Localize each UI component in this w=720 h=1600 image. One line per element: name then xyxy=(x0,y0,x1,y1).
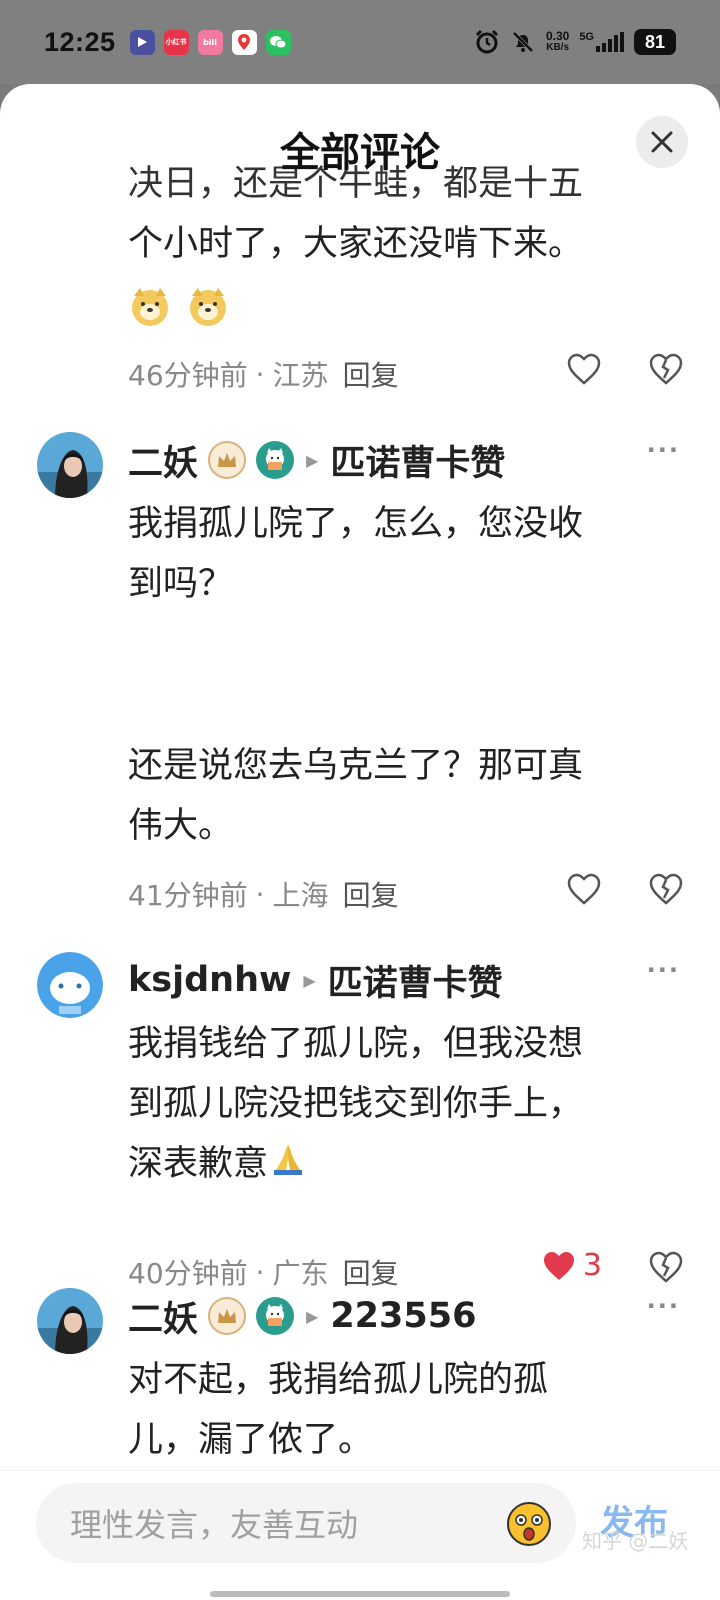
dislike-button[interactable] xyxy=(648,872,684,910)
avatar[interactable] xyxy=(37,432,103,498)
comment-meta: 40分钟前 · 广东 回复 xyxy=(128,1252,399,1292)
comment-body: 对不起，我捐给孤儿院的孤 儿，漏了侬了。 xyxy=(128,1360,549,1460)
avatar[interactable] xyxy=(37,952,103,1018)
heart-icon xyxy=(567,353,601,385)
comment-body: 个小时了，大家还没啃下来。 xyxy=(128,224,584,264)
comment-header: 二妖 ▶ 匹诺曹卡赞 xyxy=(128,434,505,486)
tencent-video-icon xyxy=(129,29,155,55)
comment-location: 江苏 xyxy=(272,359,329,392)
comment-input-placeholder: 理性发言，友善互动 xyxy=(70,1506,359,1544)
reply-to-name[interactable]: 匹诺曹卡赞 xyxy=(328,955,503,1006)
reply-arrow-icon: ▶ xyxy=(306,1306,319,1326)
close-button[interactable] xyxy=(636,116,688,168)
reading-cat-badge-icon xyxy=(256,1297,295,1335)
reply-to-name[interactable]: 223556 xyxy=(330,1296,476,1336)
network-type: 5G xyxy=(579,31,594,43)
meta-separator: · xyxy=(255,877,265,911)
dislike-button[interactable] xyxy=(648,1250,684,1288)
bilibili-icon-label: bili xyxy=(203,37,218,47)
reply-button[interactable]: 回复 xyxy=(343,354,399,394)
close-icon xyxy=(651,131,673,153)
xiaohongshu-icon: 小红书 xyxy=(163,29,189,55)
doge-sticker-icon xyxy=(132,288,168,326)
more-options-icon[interactable]: ··· xyxy=(647,1292,680,1320)
meta-separator: · xyxy=(255,1255,265,1289)
watermark: 知乎 @二妖 xyxy=(582,1529,689,1553)
comment-header: 二妖 ▶ 223556 xyxy=(128,1290,476,1342)
more-options-icon[interactable]: ··· xyxy=(647,956,680,984)
comment-input[interactable]: 理性发言，友善互动 xyxy=(36,1483,576,1563)
comment-meta: 41分钟前 · 上海 回复 xyxy=(128,874,399,914)
comment-meta: 46分钟前 · 江苏 回复 xyxy=(128,354,399,394)
reply-button[interactable]: 回复 xyxy=(343,874,399,914)
crown-badge-icon xyxy=(208,1297,247,1335)
comment-time: 46分钟前 xyxy=(128,359,248,392)
doge-sticker-icon xyxy=(190,288,226,326)
comment-body-text: 我捐钱给了孤儿院，但我没想 到孤儿院没把钱交到你手上， 深表歉意 xyxy=(128,1024,584,1184)
comment-body: 我捐钱给了孤儿院，但我没想 到孤儿院没把钱交到你手上， 深表歉意 xyxy=(128,1014,668,1195)
reply-arrow-icon: ▶ xyxy=(306,450,319,470)
heart-icon xyxy=(567,873,601,905)
sheet-title: 全部评论 xyxy=(280,130,440,176)
like-count: 3 xyxy=(582,1248,602,1283)
author-name[interactable]: ksjdnhw xyxy=(128,960,291,1000)
author-name[interactable]: 二妖 xyxy=(128,435,198,486)
status-time: 12:25 xyxy=(44,26,116,57)
net-speed: 0.30 KB/s xyxy=(546,30,569,54)
comment-location: 广东 xyxy=(272,1257,329,1290)
praying-hands-icon xyxy=(268,1135,308,1195)
wechat-icon xyxy=(265,29,291,55)
reply-arrow-icon: ▶ xyxy=(303,970,316,990)
comment-time: 41分钟前 xyxy=(128,879,248,912)
comment-list[interactable]: 决日，还是个牛蛙，都是十五 个小时了，大家还没啃下来。 46分钟前 · 江苏 回… xyxy=(0,84,720,1484)
comment-stickers xyxy=(128,284,230,328)
signal-indicator: 5G xyxy=(579,32,624,52)
xiaohongshu-icon-label: 小红书 xyxy=(165,38,187,46)
author-name[interactable]: 二妖 xyxy=(128,1291,198,1342)
comment-body: 我捐孤儿院了，怎么，您没收 到吗？ xyxy=(128,504,584,604)
net-speed-value: 0.30 xyxy=(545,29,570,43)
broken-heart-icon xyxy=(649,1251,683,1283)
comment-input-bar: 理性发言，友善互动 发布 知乎 @二妖 xyxy=(0,1470,720,1600)
like-button[interactable]: 3 xyxy=(541,1248,602,1283)
crown-badge-icon xyxy=(208,441,247,479)
home-indicator[interactable] xyxy=(210,1591,510,1597)
comment-body: 还是说您去乌克兰了？那可真 伟大。 xyxy=(128,746,584,846)
meta-separator: · xyxy=(255,357,265,391)
bilibili-icon: bili xyxy=(197,29,223,55)
comment-header: ksjdnhw ▶ 匹诺曹卡赞 xyxy=(128,954,503,1006)
status-bar: 12:25 小红书 bili 0.30 KB/s 5G 81 xyxy=(0,0,720,84)
dislike-button[interactable] xyxy=(648,352,684,390)
comment-location: 上海 xyxy=(272,879,329,912)
signal-bars-icon xyxy=(596,32,624,52)
heart-filled-icon xyxy=(543,1251,574,1280)
more-options-icon[interactable]: ··· xyxy=(647,436,680,464)
mute-bell-icon xyxy=(512,31,534,53)
comments-sheet: 决日，还是个牛蛙，都是十五 个小时了，大家还没啃下来。 46分钟前 · 江苏 回… xyxy=(0,84,720,1600)
reading-cat-badge-icon xyxy=(256,441,295,479)
broken-heart-icon xyxy=(649,353,683,385)
emoji-button-icon[interactable] xyxy=(506,1501,552,1547)
alarm-icon xyxy=(475,29,499,54)
like-button[interactable] xyxy=(566,872,602,906)
reply-to-name[interactable]: 匹诺曹卡赞 xyxy=(330,435,505,486)
like-button[interactable] xyxy=(566,352,602,386)
reply-button[interactable]: 回复 xyxy=(343,1252,399,1292)
avatar[interactable] xyxy=(37,1288,103,1354)
battery-indicator: 81 xyxy=(634,29,676,55)
broken-heart-icon xyxy=(649,873,683,905)
comment-time: 40分钟前 xyxy=(128,1257,248,1290)
notification-app-icons: 小红书 bili xyxy=(129,29,291,55)
sheet-header: 全部评论 xyxy=(0,84,720,184)
map-icon xyxy=(231,29,257,55)
net-speed-unit: KB/s xyxy=(546,42,570,53)
